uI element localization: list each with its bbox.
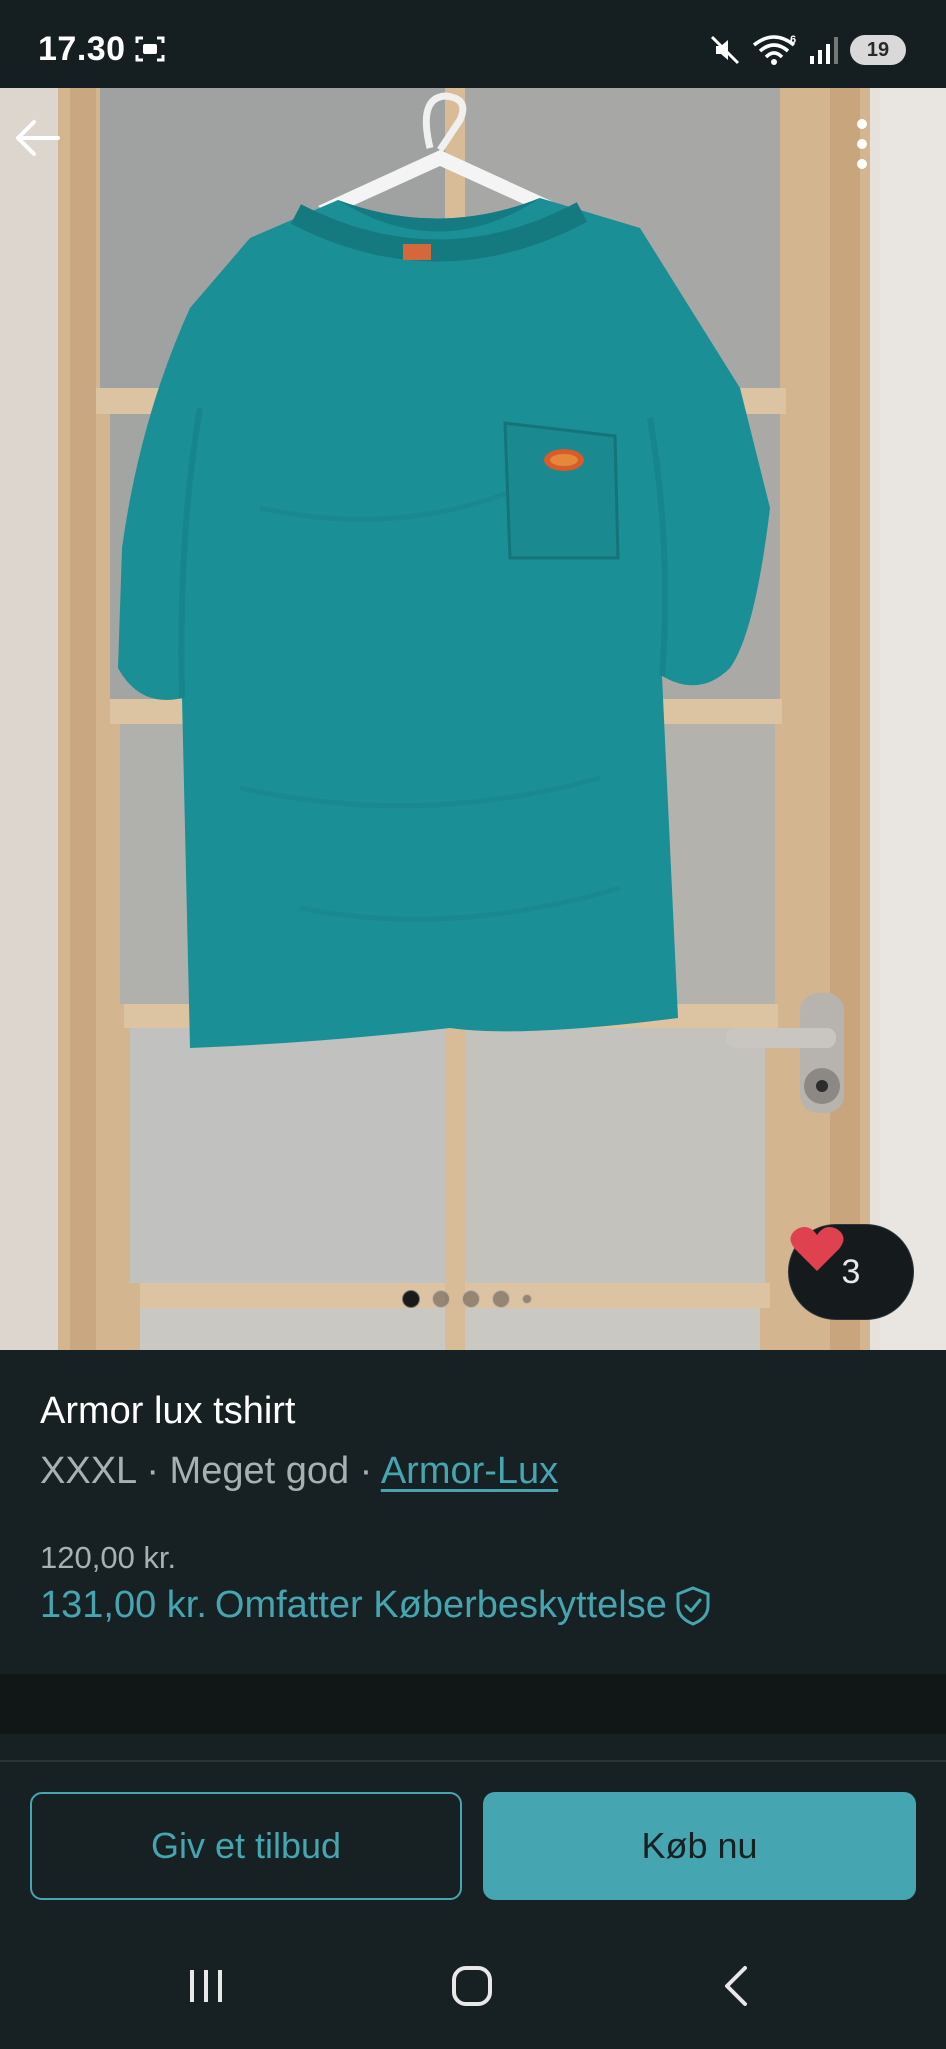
buy-now-button[interactable]: Køb nu (483, 1792, 916, 1900)
signal-icon (810, 37, 838, 64)
mute-icon (710, 35, 740, 65)
product-photo (0, 88, 946, 1350)
home-icon (452, 1966, 492, 2006)
carousel-dot[interactable] (492, 1290, 510, 1308)
item-size: XXXL (40, 1450, 136, 1492)
more-options-button[interactable] (856, 118, 936, 198)
item-condition: Meget god (169, 1450, 350, 1492)
listing-details: Armor lux tshirt XXXL · Meget god · Armo… (0, 1350, 946, 1674)
back-button[interactable] (14, 118, 94, 198)
battery-indicator: 19 (850, 35, 906, 65)
carousel-dot[interactable] (462, 1290, 480, 1308)
arrow-left-icon (16, 120, 60, 156)
screen-recording-icon (135, 36, 165, 62)
divider (0, 1760, 946, 1762)
system-navigation-bar (0, 1936, 946, 2049)
more-vertical-icon (857, 119, 867, 169)
total-price: 131,00 kr. (40, 1584, 207, 1626)
wifi-icon: 6 (752, 34, 796, 65)
status-bar: 17.30 6 19 (0, 0, 946, 88)
buyer-protection-label: Omfatter Køberbeskyttelse (214, 1584, 667, 1626)
recents-button[interactable] (166, 1956, 246, 2016)
chevron-left-icon (725, 1966, 747, 2006)
carousel-dot[interactable] (522, 1294, 532, 1304)
status-time: 17.30 (38, 30, 126, 68)
item-title: Armor lux tshirt (40, 1390, 296, 1432)
favorite-button[interactable]: 3 (788, 1224, 914, 1320)
section-separator (0, 1674, 946, 1734)
make-offer-button[interactable]: Giv et tilbud (30, 1792, 462, 1900)
item-meta: XXXL · Meget god · Armor-Lux (40, 1450, 558, 1493)
brand-link[interactable]: Armor-Lux (381, 1450, 558, 1492)
total-price-row[interactable]: 131,00 kr. Omfatter Køberbeskyttelse (40, 1584, 711, 1627)
svg-text:6: 6 (790, 34, 796, 46)
carousel-dot[interactable] (402, 1290, 420, 1308)
carousel-indicators (402, 1290, 532, 1308)
heart-icon (790, 1227, 844, 1271)
meta-separator: · (349, 1450, 381, 1492)
status-icons: 6 19 (708, 30, 906, 70)
shield-check-icon (676, 1585, 710, 1626)
carousel-dot[interactable] (432, 1290, 450, 1308)
recents-icon (190, 1970, 222, 2002)
product-photo-carousel[interactable]: 3 (0, 88, 946, 1350)
meta-separator: · (135, 1450, 170, 1492)
home-button[interactable] (432, 1956, 512, 2016)
system-back-button[interactable] (696, 1956, 776, 2016)
item-price: 120,00 kr. (40, 1540, 177, 1575)
